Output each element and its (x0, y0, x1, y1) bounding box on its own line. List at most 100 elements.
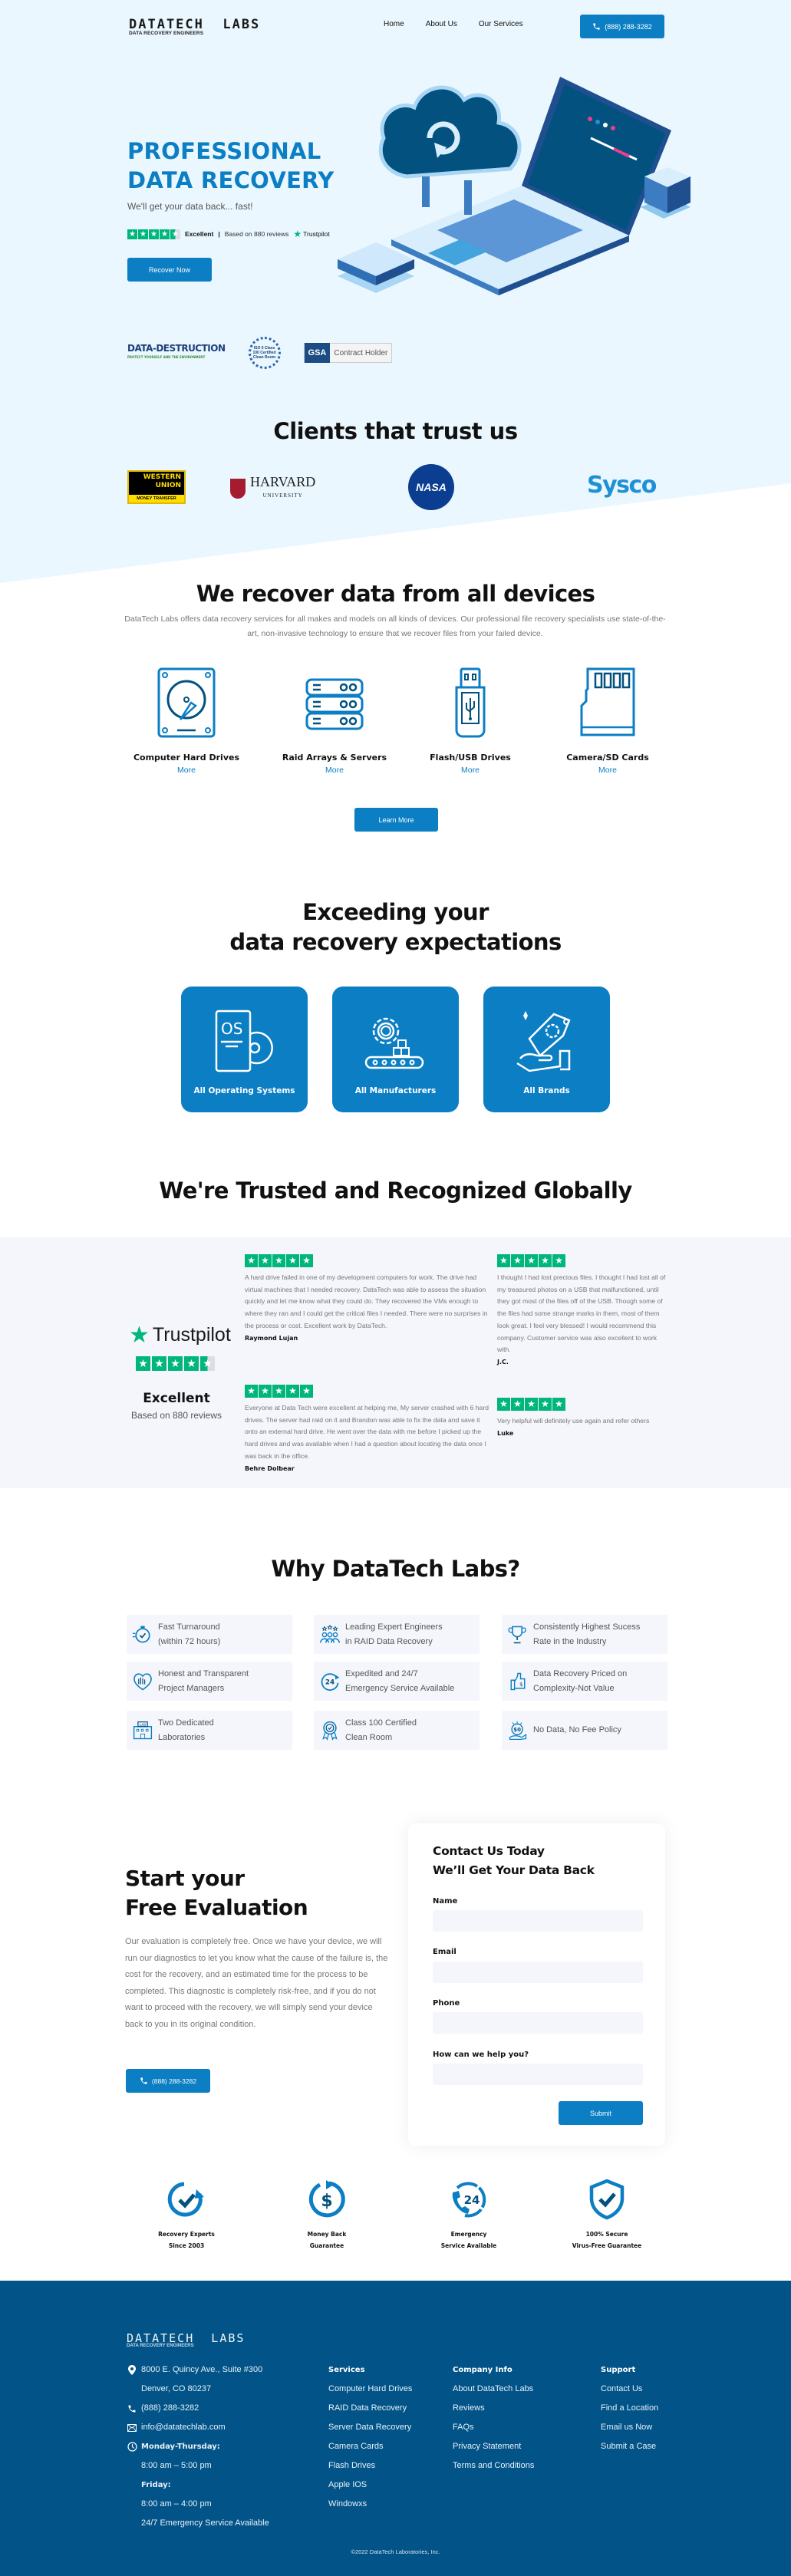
review-text: A hard drive failed in one of my develop… (245, 1273, 488, 1329)
why-item-text: Class 100 Certified Clean Room (345, 1716, 417, 1745)
header-phone-number: (888) 288-3282 (605, 22, 652, 31)
submit-button[interactable]: Submit (559, 2101, 643, 2125)
expectations-title-line1: Exceeding your (302, 899, 489, 925)
nav-home[interactable]: Home (384, 20, 404, 28)
star-icon: ★ (286, 1254, 299, 1267)
star-icon: ★ (127, 229, 137, 239)
star-icon: ★ (245, 1254, 258, 1267)
review-stars: ★ ★ ★ ★ ★ (245, 1254, 490, 1267)
star-icon: ★ (300, 1385, 313, 1398)
evaluation-phone-button[interactable]: (888) 288-3282 (126, 2069, 210, 2093)
guarantee-recovery-experts: Recovery Experts Since 2003 (133, 2179, 240, 2252)
star-icon: ★ (497, 1254, 510, 1267)
address-line1: 8000 E. Quincy Ave., Suite #300 (141, 2365, 263, 2374)
footer-link[interactable]: FAQs (453, 2418, 534, 2437)
device-item-hard-drives[interactable]: Computer Hard Drives More (117, 667, 255, 775)
os-disc-icon: OS (215, 1010, 273, 1072)
why-item: Class 100 Certified Clean Room (314, 1711, 480, 1750)
guarantee-label: Recovery Experts Since 2003 (158, 2231, 215, 2249)
why-item-line1: Class 100 Certified (345, 1718, 417, 1728)
header-phone-button[interactable]: (888) 288-3282 (580, 15, 664, 38)
name-label: Name (433, 1897, 458, 1906)
footer-link[interactable]: Reviews (453, 2399, 534, 2418)
recover-now-button[interactable]: Recover Now (127, 258, 212, 282)
svg-text:$0: $0 (513, 1726, 521, 1732)
nav-our-services[interactable]: Our Services (479, 20, 523, 28)
footer-link[interactable]: Find a Location (601, 2399, 658, 2418)
footer-email[interactable]: info@datatechlab.com (127, 2418, 269, 2437)
western-union-wordmark: WESTERN UNION (129, 472, 184, 495)
card-all-brands[interactable]: All Brands (483, 987, 610, 1112)
device-item-raid-servers[interactable]: Raid Arrays & Servers More (265, 667, 404, 775)
footer-link[interactable]: About DataTech Labs (453, 2380, 534, 2399)
why-item-line2: in RAID Data Recovery (345, 1636, 433, 1646)
star-icon: ★ (525, 1398, 538, 1411)
email-field[interactable] (433, 1962, 643, 1983)
hero-subtitle: We'll get your data back... fast! (127, 201, 253, 212)
footer-link[interactable]: Privacy Statement (453, 2437, 534, 2456)
device-more-link[interactable]: More (401, 766, 539, 775)
site-footer: DATATECH LABS DATA RECOVERY ENGINEERS 80… (0, 2281, 791, 2576)
svg-text:LAB: LAB (140, 1722, 147, 1727)
clock-icon (127, 2442, 137, 2452)
message-field[interactable] (433, 2064, 643, 2085)
svg-text:24: 24 (325, 1678, 335, 1686)
evaluation-title-line2: Free Evaluation (125, 1895, 308, 1920)
review-text: Very helpful will definitely use again a… (497, 1417, 650, 1425)
why-item: $ Data Recovery Priced on Complexity-Not V… (502, 1662, 667, 1701)
why-item-line2: Emergency Service Available (345, 1683, 455, 1693)
device-more-link[interactable]: More (117, 766, 255, 775)
why-item-text: Consistently Highest Sucess Rate in the I… (533, 1620, 640, 1649)
footer-link[interactable]: Windowxs (328, 2495, 412, 2514)
laptop-cloud-illustration (338, 77, 690, 295)
trustpilot-logo[interactable]: ★ Trustpilot (129, 1322, 231, 1349)
star-icon: ★ (552, 1398, 565, 1411)
footer-link[interactable]: Server Data Recovery (328, 2418, 412, 2437)
trustpilot-wordmark: Trustpilot (152, 1324, 231, 1346)
nasa-logo: NASA (408, 464, 454, 510)
site-logo[interactable]: DATATECH LABS DATA RECOVERY ENGINEERS (129, 18, 260, 37)
learn-more-button[interactable]: Learn More (354, 808, 438, 832)
device-more-link[interactable]: More (539, 766, 677, 775)
svg-text:$: $ (321, 2192, 332, 2211)
gsa-contract-badge: GSA Contract Holder (303, 343, 393, 363)
footer-company-column: Company Info About DataTech Labs Reviews… (453, 2360, 534, 2476)
star-icon: ★ (259, 1385, 272, 1398)
star-icon: ★ (259, 1254, 272, 1267)
brand-tag-hand-icon (516, 1011, 571, 1072)
device-more-link[interactable]: More (265, 766, 404, 775)
footer-link[interactable]: Flash Drives (328, 2456, 412, 2476)
phone-field[interactable] (433, 2012, 643, 2034)
footer-link[interactable]: Terms and Conditions (453, 2456, 534, 2476)
device-item-camera-sd[interactable]: Camera/SD Cards More (539, 667, 677, 775)
hard-drive-icon (157, 667, 216, 738)
hero-trustpilot-rating[interactable]: ★ ★ ★ ★ ★ Excellent | Based on 880 revie… (127, 229, 330, 239)
phone-icon (140, 2077, 147, 2084)
star-icon: ★ (497, 1398, 510, 1411)
footer-link[interactable]: Email us Now (601, 2418, 658, 2437)
half-star-icon: ★ (200, 1356, 215, 1371)
footer-link[interactable]: Contact Us (601, 2380, 658, 2399)
card-all-manufacturers[interactable]: All Manufacturers (332, 987, 459, 1112)
footer-link[interactable]: Camera Cards (328, 2437, 412, 2456)
footer-link[interactable]: Submit a Case (601, 2437, 658, 2456)
footer-logo[interactable]: DATATECH LABS DATA RECOVERY ENGINEERS (127, 2333, 245, 2349)
evaluation-title: Start your Free Evaluation (125, 1864, 308, 1922)
why-item: Honest and Transparent Project Managers (127, 1662, 292, 1701)
data-destruction-logo: DATA-DESTRUCTION PROTECT YOURSELF AND TH… (127, 344, 226, 362)
footer-link[interactable]: Computer Hard Drives (328, 2380, 412, 2399)
device-item-flash-usb[interactable]: Flash/USB Drives More (401, 667, 539, 775)
star-icon: ★ (272, 1254, 285, 1267)
overall-rating-label: Excellent (143, 1391, 210, 1406)
western-union-line1: WESTERN (143, 473, 181, 481)
footer-link[interactable]: RAID Data Recovery (328, 2399, 412, 2418)
harvard-logo: HARVARD UNIVERSITY (230, 475, 315, 502)
footer-phone[interactable]: (888) 288-3282 (127, 2399, 269, 2418)
footer-link[interactable]: Apple IOS (328, 2476, 412, 2495)
hours-label-friday: Friday: (141, 2481, 171, 2489)
name-field[interactable] (433, 1910, 643, 1932)
copyright: ©2022 DataTech Laboratories, Inc. (351, 2548, 440, 2555)
star-icon: ★ (138, 229, 148, 239)
card-all-operating-systems[interactable]: OS All Operating Systems (181, 987, 308, 1112)
nav-about-us[interactable]: About Us (426, 20, 457, 28)
